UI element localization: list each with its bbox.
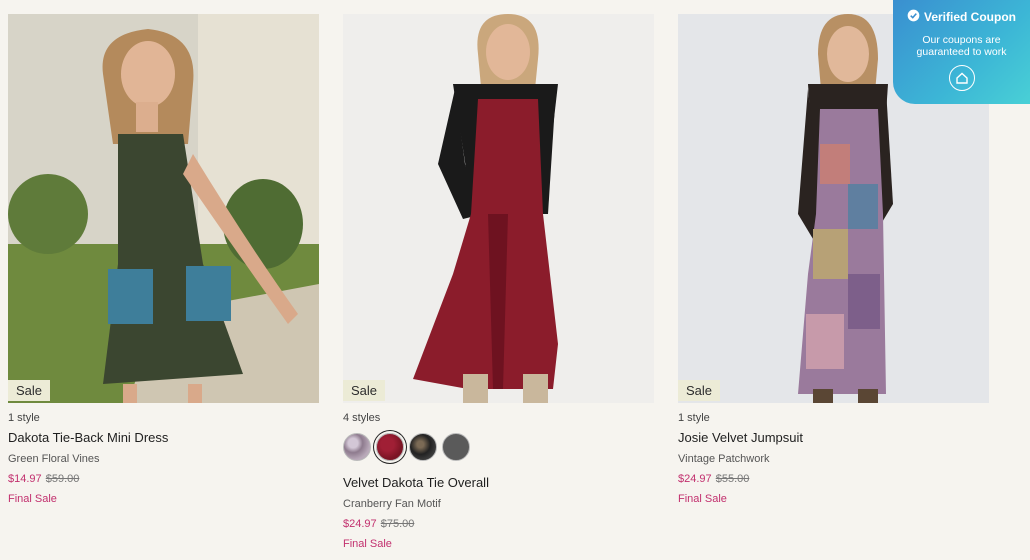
final-sale-label: Final Sale — [678, 493, 727, 505]
product-color: Vintage Patchwork — [678, 453, 770, 465]
coupon-subtitle: Our coupons are guaranteed to work — [916, 34, 1007, 58]
price-row: $24.97 $55.00 — [678, 473, 989, 486]
final-sale-label: Final Sale — [343, 538, 392, 550]
product-card: Sale 4 styles Velvet Dakota Tie Overall … — [343, 14, 654, 551]
sale-badge: Sale — [678, 380, 721, 401]
sale-price: $14.97 — [8, 473, 42, 485]
sale-badge: Sale — [8, 380, 51, 401]
product-name[interactable]: Josie Velvet Jumpsuit — [678, 430, 989, 446]
product-color: Cranberry Fan Motif — [343, 498, 441, 510]
original-price: $55.00 — [715, 473, 750, 485]
product-grid: Sale 1 style Dakota Tie-Back Mini Dress … — [8, 14, 998, 554]
original-price: $75.00 — [380, 518, 415, 530]
product-name[interactable]: Velvet Dakota Tie Overall — [343, 475, 654, 491]
styles-count: 1 style — [8, 412, 40, 424]
coupon-title-row: Verified Coupon — [893, 9, 1030, 25]
product-image[interactable]: Sale — [343, 14, 654, 403]
final-sale-label: Final Sale — [8, 493, 57, 505]
product-color: Green Floral Vines — [8, 453, 100, 465]
product-name[interactable]: Dakota Tie-Back Mini Dress — [8, 430, 319, 446]
color-swatches — [343, 433, 654, 461]
sale-badge: Sale — [343, 380, 386, 401]
original-price: $59.00 — [45, 473, 80, 485]
price-row: $24.97 $75.00 — [343, 518, 654, 531]
swatch-black-floral[interactable] — [409, 433, 437, 461]
verified-coupon-widget[interactable]: Verified Coupon Our coupons are guarante… — [893, 0, 1030, 104]
sale-price: $24.97 — [343, 518, 377, 530]
swatch-charcoal[interactable] — [442, 433, 470, 461]
swatch-grey-floral[interactable] — [343, 433, 371, 461]
swatch-cranberry[interactable] — [376, 433, 404, 461]
price-row: $14.97 $59.00 — [8, 473, 319, 486]
product-card: Sale 1 style Dakota Tie-Back Mini Dress … — [8, 14, 319, 506]
home-icon[interactable] — [948, 65, 975, 91]
check-circle-icon — [907, 9, 920, 25]
styles-count: 1 style — [678, 412, 710, 424]
styles-count: 4 styles — [343, 412, 381, 424]
product-image[interactable]: Sale — [8, 14, 319, 403]
coupon-title: Verified Coupon — [923, 10, 1016, 24]
sale-price: $24.97 — [678, 473, 712, 485]
